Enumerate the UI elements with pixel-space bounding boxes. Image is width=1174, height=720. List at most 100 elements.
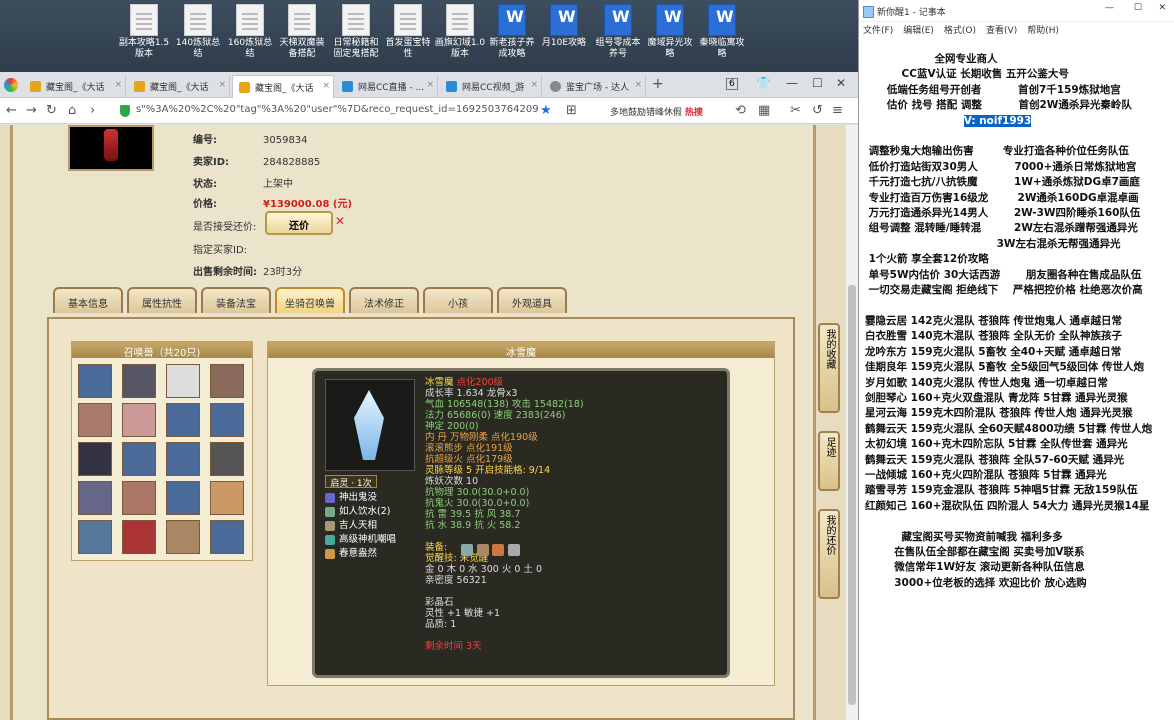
pet-thumbnail[interactable] xyxy=(166,520,200,554)
menu-item[interactable]: 格式(O) xyxy=(944,26,976,36)
desktop-icon[interactable]: 魔域异光攻略 xyxy=(644,4,696,60)
desktop-icon[interactable]: 160炼狱总结 xyxy=(224,4,276,60)
forward-icon[interactable]: → xyxy=(26,103,37,118)
menu-icon[interactable]: ≡ xyxy=(832,103,843,118)
game-tab[interactable]: 小孩 xyxy=(423,287,493,313)
skill-item[interactable]: 吉人天相 xyxy=(325,519,396,533)
url-field[interactable]: s"%3A%20%2C%20"tag"%3A%20"user"%7D&reco_… xyxy=(118,102,538,120)
pet-thumbnail[interactable] xyxy=(122,442,156,476)
chevron-icon[interactable]: › xyxy=(90,103,95,118)
document-icon xyxy=(394,4,422,36)
my-counter-offers-button[interactable]: 我的还价 xyxy=(818,509,840,599)
maximize-icon[interactable]: ☐ xyxy=(812,76,823,90)
equip-slot-icon[interactable] xyxy=(507,544,520,556)
tab-close-icon[interactable]: × xyxy=(530,80,538,90)
scrollbar[interactable] xyxy=(845,125,858,720)
pet-thumbnail[interactable] xyxy=(210,520,244,554)
tab-count-badge[interactable]: 6 xyxy=(726,78,738,90)
grid-icon[interactable]: ▦ xyxy=(758,103,770,118)
tab-4[interactable]: 网易CC直播 - ... × xyxy=(336,75,438,98)
pet-thumbnail[interactable] xyxy=(78,364,112,398)
notepad-text-area[interactable]: 全网专业商人 CC蓝V认证 长期收售 五开公鉴大号 低端任务组号开创者 首创7千… xyxy=(865,52,1171,591)
skill-item[interactable]: 神出鬼没 xyxy=(325,491,396,505)
new-tab-icon[interactable]: + xyxy=(652,76,664,92)
history-icon[interactable]: ↺ xyxy=(812,103,823,118)
back-icon[interactable]: ← xyxy=(6,103,17,118)
pet-thumbnail[interactable] xyxy=(122,364,156,398)
pet-thumbnail[interactable] xyxy=(166,403,200,437)
tab-close-icon[interactable]: × xyxy=(634,80,642,90)
game-tab[interactable]: 法术修正 xyxy=(349,287,419,313)
tab-close-icon[interactable]: × xyxy=(426,80,434,90)
pet-thumbnail[interactable] xyxy=(166,364,200,398)
pet-thumbnail[interactable] xyxy=(122,403,156,437)
desktop-icon[interactable]: 首发蛋宝特性 xyxy=(382,4,434,60)
desktop-icon[interactable]: 新老孩子养成攻略 xyxy=(486,4,538,60)
pet-thumbnail[interactable] xyxy=(78,442,112,476)
skill-item[interactable]: 高级神机嘲唱 xyxy=(325,533,396,547)
refresh-icon[interactable]: ↻ xyxy=(46,103,57,118)
menu-item[interactable]: 文件(F) xyxy=(863,26,893,36)
tab-6[interactable]: 鉴宝广场 - 达人 × xyxy=(544,75,646,98)
tab-1[interactable]: 藏宝阁_《大话 × xyxy=(24,75,126,98)
shirt-icon[interactable]: 👕 xyxy=(756,76,771,90)
desktop-icon[interactable]: 天梯双魔装备搭配 xyxy=(276,4,328,60)
pet-thumbnail[interactable] xyxy=(210,442,244,476)
game-tab[interactable]: 外观道具 xyxy=(497,287,567,313)
pet-thumbnail[interactable] xyxy=(122,520,156,554)
desktop-icon[interactable]: 月10E攻略 xyxy=(538,4,590,49)
pet-thumbnail[interactable] xyxy=(122,481,156,515)
pet-thumbnail[interactable] xyxy=(210,403,244,437)
desktop-icon[interactable]: 秦晓临寓攻略 xyxy=(696,4,748,60)
close-icon[interactable]: ✕ xyxy=(335,214,345,228)
skill-item[interactable]: 春意盎然 xyxy=(325,547,396,561)
scissors-icon[interactable]: ✂ xyxy=(790,103,801,118)
game-tab[interactable]: 坐骑召唤兽 xyxy=(275,287,345,313)
notepad-line: CC蓝V认证 长期收售 五开公鉴大号 xyxy=(865,68,1069,81)
tab-5[interactable]: 网易CC视频_游 × xyxy=(440,75,542,98)
tab-close-icon[interactable]: × xyxy=(322,81,330,91)
game-tab[interactable]: 基本信息 xyxy=(53,287,123,313)
desktop-icon[interactable]: 组号零成本养号 xyxy=(592,4,644,60)
search-box[interactable]: 多地鼓励错峰休假 热搜 xyxy=(600,102,728,120)
game-tab[interactable]: 属性抗性 xyxy=(127,287,197,313)
desktop-icon[interactable]: 副本攻略1.5版本 xyxy=(118,4,170,60)
tab-close-icon[interactable]: × xyxy=(114,80,122,90)
pet-thumbnail[interactable] xyxy=(78,403,112,437)
close-icon[interactable]: ✕ xyxy=(1158,3,1166,13)
desktop-icon[interactable]: 画旗幻域1.0版本 xyxy=(434,4,486,60)
pet-thumbnail[interactable] xyxy=(210,364,244,398)
minimize-icon[interactable]: — xyxy=(786,76,798,90)
close-window-icon[interactable]: ✕ xyxy=(836,76,846,90)
pet-thumbnail[interactable] xyxy=(166,442,200,476)
pet-thumbnail[interactable] xyxy=(210,481,244,515)
undo-icon[interactable]: ⟲ xyxy=(735,103,746,118)
apps-icon[interactable]: ⊞ xyxy=(566,103,577,118)
desktop-icon[interactable]: 140炼狱总结 xyxy=(172,4,224,60)
scroll-thumb[interactable] xyxy=(848,285,856,705)
bookmark-star-icon[interactable]: ★ xyxy=(540,103,552,118)
menu-item[interactable]: 帮助(H) xyxy=(1027,26,1059,36)
tab-close-icon[interactable]: × xyxy=(218,80,226,90)
menu-item[interactable]: 查看(V) xyxy=(986,26,1017,36)
equip-slot-icon[interactable] xyxy=(461,544,473,556)
equip-slot-icon[interactable] xyxy=(476,544,489,556)
menu-item[interactable]: 编辑(E) xyxy=(903,26,934,36)
counter-offer-button[interactable]: 还价 xyxy=(265,211,333,235)
desktop-icon[interactable]: 日常秘籍和固定鬼搭配 xyxy=(330,4,382,60)
home-icon[interactable]: ⌂ xyxy=(68,103,76,118)
maximize-icon[interactable]: ☐ xyxy=(1134,3,1142,13)
tab-2[interactable]: 藏宝阁_《大话 × xyxy=(128,75,230,98)
browser-logo-icon[interactable] xyxy=(4,78,18,92)
game-tab[interactable]: 装备法宝 xyxy=(201,287,271,313)
skill-item[interactable]: 如人饮水(2) xyxy=(325,505,396,519)
pet-thumbnail[interactable] xyxy=(78,520,112,554)
pet-thumbnail[interactable] xyxy=(166,481,200,515)
footprint-button[interactable]: 足迹 xyxy=(818,431,840,491)
tab-3-active[interactable]: 藏宝阁_《大话 × xyxy=(232,75,334,98)
notepad-window: 新你醒1 - 记事本 — ☐ ✕ 文件(F) 编辑(E) 格式(O) 查看(V) 帮助(… xyxy=(858,0,1174,720)
equip-slot-icon[interactable] xyxy=(492,544,504,556)
my-favorites-button[interactable]: 我的收藏 xyxy=(818,323,840,413)
pet-thumbnail[interactable] xyxy=(78,481,112,515)
minimize-icon[interactable]: — xyxy=(1105,3,1114,13)
